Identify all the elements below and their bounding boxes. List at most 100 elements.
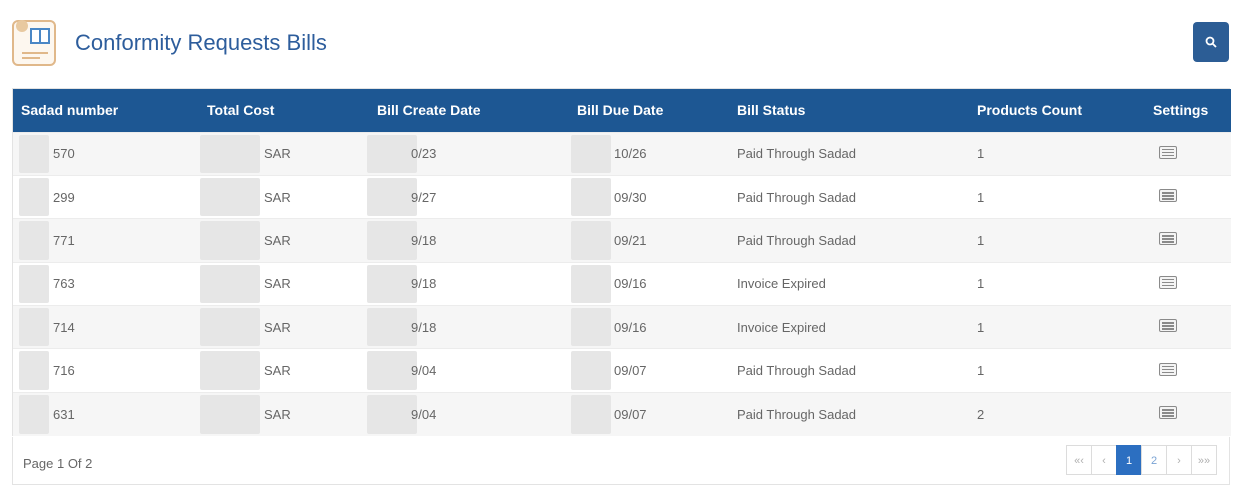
cell-total-cost-text: SAR — [264, 146, 291, 162]
cell-products-count: 1 — [969, 348, 1145, 393]
table-row: 771 SAR 9/18 09/21 Paid Through Sadad 1 — [13, 218, 1231, 263]
pager-first-button[interactable]: «‹ — [1066, 445, 1092, 475]
page-info: Page 1 Of 2 — [23, 456, 93, 471]
details-list-icon[interactable] — [1159, 275, 1177, 289]
cell-bill-due-date-text: 10/26 — [614, 146, 647, 162]
cell-bill-due-date: 09/30 — [569, 174, 729, 219]
cell-sadad-number-text: 716 — [53, 363, 75, 379]
table-row: 716 SAR 9/04 09/07 Paid Through Sadad 1 — [13, 348, 1231, 393]
cell-sadad-number-text: 714 — [53, 319, 75, 335]
cell-bill-due-date-text: 09/16 — [614, 276, 647, 292]
search-button[interactable] — [1193, 22, 1229, 62]
column-header-products-count[interactable]: Products Count — [969, 89, 1145, 132]
cell-bill-due-date: 09/16 — [569, 305, 729, 349]
table-row: 631 SAR 9/04 09/07 Paid Through Sadad 2 — [13, 391, 1231, 436]
cell-bill-due-date-text: 09/30 — [614, 189, 647, 205]
cell-bill-due-date: 09/07 — [569, 391, 729, 436]
cell-total-cost: SAR — [199, 174, 369, 219]
pager-page-1[interactable]: 1 — [1116, 445, 1142, 475]
cell-total-cost-text: SAR — [264, 232, 291, 248]
column-header-total-cost[interactable]: Total Cost — [199, 89, 369, 132]
cell-sadad-number: 631 — [13, 391, 199, 436]
cell-bill-create-date: 0/23 — [367, 131, 569, 176]
pagination: «‹ ‹ 1 2 › »» — [1066, 445, 1217, 475]
column-header-bill-create-date[interactable]: Bill Create Date — [369, 89, 569, 132]
pager-prev-button[interactable]: ‹ — [1091, 445, 1117, 475]
details-list-icon[interactable] — [1159, 406, 1177, 420]
bills-table: Sadad number Total Cost Bill Create Date… — [13, 89, 1231, 436]
cell-bill-create-date-text: 9/18 — [411, 276, 437, 292]
column-header-bill-status[interactable]: Bill Status — [729, 89, 969, 132]
cell-total-cost: SAR — [199, 348, 369, 393]
cell-bill-create-date: 9/18 — [367, 305, 569, 349]
cell-products-count: 2 — [969, 391, 1145, 436]
cell-total-cost-text: SAR — [264, 276, 291, 292]
cell-bill-status: Paid Through Sadad — [729, 174, 969, 219]
details-list-icon[interactable] — [1159, 362, 1177, 376]
cell-settings — [1145, 391, 1231, 436]
cell-bill-create-date: 9/27 — [367, 174, 569, 219]
cell-bill-due-date: 09/16 — [569, 261, 729, 306]
cell-settings — [1145, 305, 1231, 349]
search-icon — [1205, 36, 1217, 48]
cell-bill-status: Invoice Expired — [729, 261, 969, 306]
cell-total-cost: SAR — [199, 305, 369, 349]
cell-sadad-number-text: 771 — [53, 232, 75, 248]
cell-sadad-number: 570 — [13, 131, 199, 176]
details-list-icon[interactable] — [1159, 189, 1177, 203]
table-row: 763 SAR 9/18 09/16 Invoice Expired 1 — [13, 261, 1231, 306]
table-row: 714 SAR 9/18 09/16 Invoice Expired 1 — [13, 305, 1231, 349]
pager-page-2[interactable]: 2 — [1141, 445, 1167, 475]
cell-total-cost: SAR — [199, 261, 369, 306]
cell-bill-status: Paid Through Sadad — [729, 348, 969, 393]
cell-bill-status-text: Invoice Expired — [737, 276, 826, 292]
cell-settings — [1145, 261, 1231, 306]
cell-products-count-text: 1 — [977, 146, 985, 162]
cell-sadad-number-text: 763 — [53, 276, 75, 292]
cell-total-cost-text: SAR — [264, 406, 291, 422]
details-list-icon[interactable] — [1159, 145, 1177, 159]
cell-bill-create-date: 9/18 — [367, 218, 569, 263]
cell-bill-status-text: Paid Through Sadad — [737, 146, 857, 162]
column-header-settings[interactable]: Settings — [1145, 89, 1231, 132]
cell-products-count: 1 — [969, 305, 1145, 349]
cell-bill-create-date: 9/04 — [367, 391, 569, 436]
table-row: 299 SAR 9/27 09/30 Paid Through Sadad 1 — [13, 174, 1231, 219]
cell-bill-status: Invoice Expired — [729, 305, 969, 349]
cell-total-cost-text: SAR — [264, 363, 291, 379]
cell-total-cost-text: SAR — [264, 319, 291, 335]
cell-bill-create-date-text: 9/27 — [411, 189, 437, 205]
column-header-sadad-number[interactable]: Sadad number — [13, 89, 199, 132]
cell-bill-create-date-text: 9/18 — [411, 319, 437, 335]
cell-sadad-number-text: 631 — [53, 406, 75, 422]
cell-products-count: 1 — [969, 261, 1145, 306]
cell-bill-status-text: Paid Through Sadad — [737, 189, 857, 205]
cell-total-cost: SAR — [199, 391, 369, 436]
cell-bill-due-date: 10/26 — [569, 131, 729, 176]
cell-bill-create-date-text: 0/23 — [411, 146, 437, 162]
cell-bill-status: Paid Through Sadad — [729, 391, 969, 436]
cell-bill-due-date: 09/21 — [569, 218, 729, 263]
cell-total-cost-text: SAR — [264, 189, 291, 205]
cell-bill-create-date: 9/04 — [367, 348, 569, 393]
cell-bill-status-text: Paid Through Sadad — [737, 406, 857, 422]
bills-table-container: Sadad number Total Cost Bill Create Date… — [12, 88, 1231, 436]
cell-products-count: 1 — [969, 174, 1145, 219]
details-list-icon[interactable] — [1159, 319, 1177, 333]
table-footer: Page 1 Of 2 «‹ ‹ 1 2 › »» — [12, 437, 1230, 485]
details-list-icon[interactable] — [1159, 232, 1177, 246]
cell-products-count-text: 2 — [977, 406, 985, 422]
cell-bill-status-text: Invoice Expired — [737, 319, 826, 335]
page-title: Conformity Requests Bills — [75, 30, 327, 55]
cell-total-cost: SAR — [199, 218, 369, 263]
cell-settings — [1145, 348, 1231, 393]
cell-bill-create-date-text: 9/04 — [411, 363, 437, 379]
cell-bill-due-date: 09/07 — [569, 348, 729, 393]
table-header-row: Sadad number Total Cost Bill Create Date… — [13, 89, 1231, 132]
pager-last-button[interactable]: »» — [1191, 445, 1217, 475]
cell-bill-status: Paid Through Sadad — [729, 131, 969, 176]
cell-sadad-number-text: 299 — [53, 189, 75, 205]
cell-bill-due-date-text: 09/16 — [614, 319, 647, 335]
pager-next-button[interactable]: › — [1166, 445, 1192, 475]
column-header-bill-due-date[interactable]: Bill Due Date — [569, 89, 729, 132]
